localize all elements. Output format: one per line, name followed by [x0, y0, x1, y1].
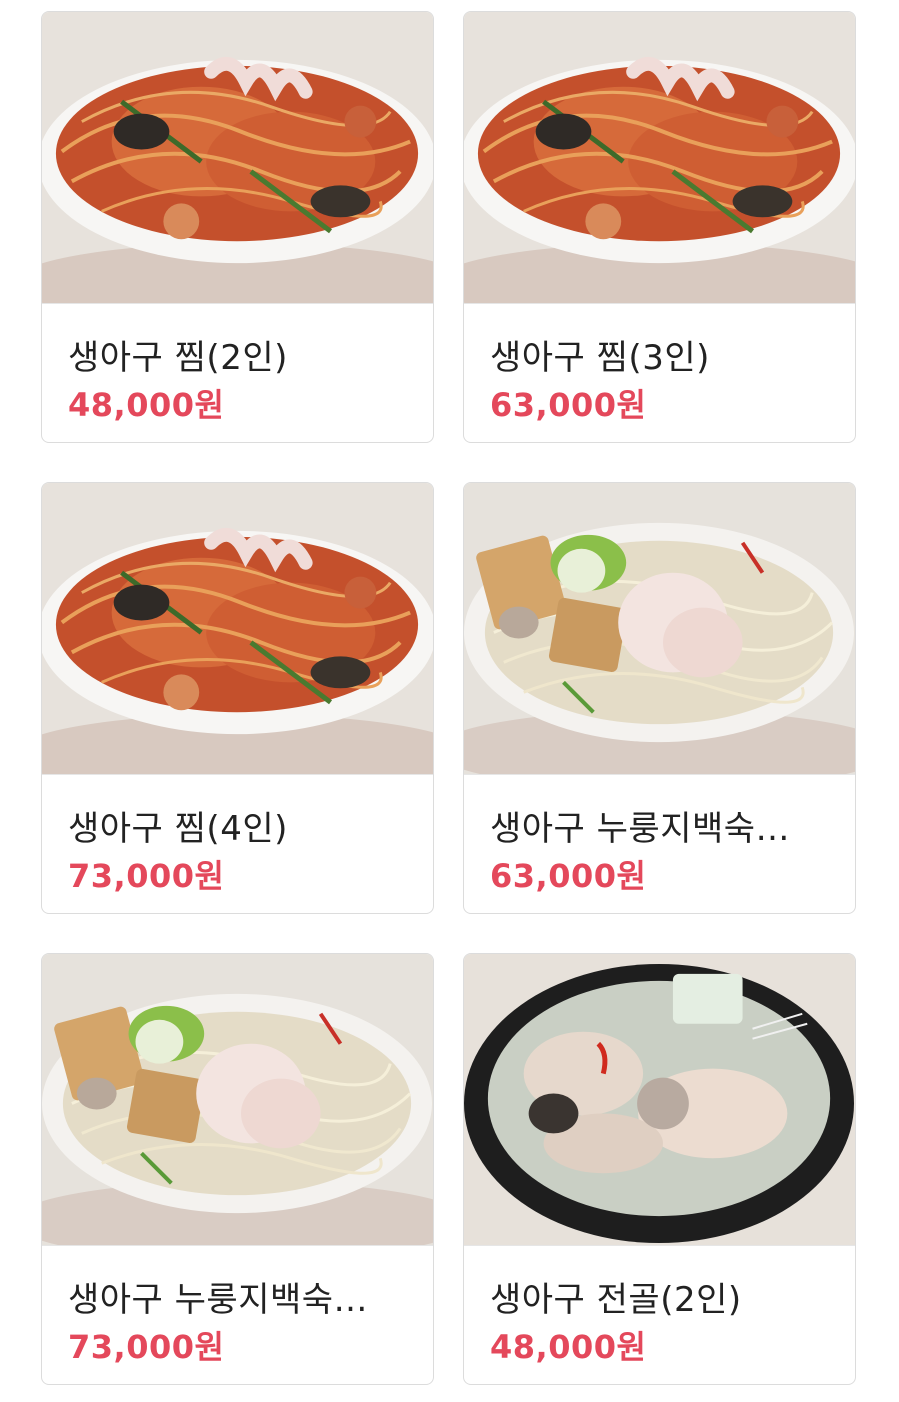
menu-item-name: 생아구 찜(2인) [68, 338, 288, 378]
menu-item-name: 생아구 찜(4인) [68, 809, 288, 849]
menu-photo [464, 12, 855, 304]
menu-grid: 생아구 찜(2인) 48,000원 생아구 찜(3인) 63,000원 생아구 … [0, 0, 899, 1402]
menu-card[interactable]: 생아구 찜(3인) 63,000원 [463, 11, 856, 443]
menu-item-name: 생아구 누룽지백숙… [490, 809, 791, 849]
menu-photo [464, 483, 855, 775]
menu-photo [42, 483, 433, 775]
menu-photo [42, 954, 433, 1246]
menu-card[interactable]: 생아구 찜(4인) 73,000원 [41, 482, 434, 914]
menu-card[interactable]: 생아구 찜(2인) 48,000원 [41, 11, 434, 443]
menu-item-price: 63,000원 [490, 857, 647, 895]
menu-item-name: 생아구 전골(2인) [490, 1280, 742, 1320]
menu-item-price: 48,000원 [68, 386, 225, 424]
menu-item-name: 생아구 찜(3인) [490, 338, 710, 378]
menu-photo [42, 12, 433, 304]
menu-item-price: 48,000원 [490, 1328, 647, 1366]
menu-card[interactable]: 생아구 전골(2인) 48,000원 [463, 953, 856, 1385]
menu-photo [464, 954, 855, 1246]
menu-item-name: 생아구 누룽지백숙… [68, 1280, 369, 1320]
menu-item-price: 73,000원 [68, 857, 225, 895]
menu-card[interactable]: 생아구 누룽지백숙… 63,000원 [463, 482, 856, 914]
menu-item-price: 73,000원 [68, 1328, 225, 1366]
menu-card[interactable]: 생아구 누룽지백숙… 73,000원 [41, 953, 434, 1385]
menu-item-price: 63,000원 [490, 386, 647, 424]
